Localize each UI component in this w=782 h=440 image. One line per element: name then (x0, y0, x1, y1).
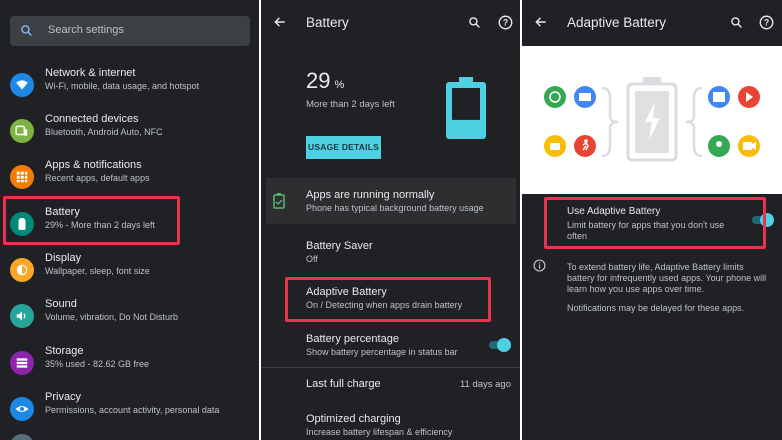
devices-icon (10, 119, 34, 143)
back-arrow-icon[interactable] (534, 15, 548, 29)
battery-percent-value: 29 (306, 68, 331, 93)
settings-item-subtitle: 35% used - 82.62 GB free (45, 359, 150, 369)
highlight-box (544, 197, 766, 249)
adaptive-battery-illustration (522, 46, 782, 194)
app-bar: Battery ? (261, 0, 520, 46)
help-icon[interactable]: ? (759, 15, 774, 30)
storage-icon (10, 351, 34, 375)
settings-item-display[interactable]: Display Wallpaper, sleep, font size (0, 252, 259, 298)
last-full-charge-row: Last full charge 11 days ago (261, 372, 520, 402)
last-charge-label: Last full charge (306, 378, 381, 390)
app-icon (544, 86, 566, 108)
row-title: Battery Saver (306, 240, 373, 252)
row-title: Battery percentage (306, 333, 399, 345)
settings-item-title: Network & internet (45, 67, 136, 79)
status-subtitle: Phone has typical background battery usa… (306, 203, 484, 213)
volume-icon (10, 304, 34, 328)
info-text-line4: Notifications may be delayed for these a… (567, 303, 745, 313)
highlight-box (285, 277, 491, 322)
row-subtitle: Off (306, 254, 318, 264)
apps-icon (10, 165, 34, 189)
search-bar[interactable]: Search settings (10, 16, 250, 46)
search-input[interactable]: Search settings (48, 24, 124, 36)
app-bar: Adaptive Battery ? (522, 0, 782, 46)
wifi-icon (10, 73, 34, 97)
brightness-icon (10, 258, 34, 282)
back-arrow-icon[interactable] (273, 15, 287, 29)
settings-item-sound[interactable]: Sound Volume, vibration, Do Not Disturb (0, 298, 259, 344)
info-text-line3: learn how you use apps over time. (567, 284, 705, 294)
highlight-box (3, 196, 180, 245)
battery-panel: Battery ? 29% More than 2 days left USAG… (261, 0, 520, 440)
search-icon[interactable] (730, 16, 743, 29)
settings-item-title: Privacy (45, 391, 82, 403)
settings-item-connected-devices[interactable]: Connected devices Bluetooth, Android Aut… (0, 113, 259, 159)
battery-ok-icon (273, 193, 285, 209)
battery-percent: 29% (306, 68, 344, 94)
settings-item-title: Display (45, 252, 82, 264)
row-subtitle: Show battery percentage in status bar (306, 347, 458, 357)
last-charge-value: 11 days ago (459, 379, 511, 390)
row-subtitle: Increase battery lifespan & efficiency (306, 427, 453, 437)
settings-panel: Search settings Network & internet Wi-Fi… (0, 0, 259, 440)
run-icon (574, 135, 596, 157)
usage-details-button[interactable]: USAGE DETAILS (306, 136, 381, 159)
row-title: Optimized charging (306, 413, 401, 425)
page-title: Battery (306, 15, 349, 30)
info-icon (533, 259, 546, 272)
settings-item-network[interactable]: Network & internet Wi-Fi, mobile, data u… (0, 67, 259, 113)
battery-percent-unit: % (334, 79, 345, 91)
settings-item-subtitle: Permissions, account activity, personal … (45, 405, 220, 415)
battery-empty-region (452, 88, 480, 120)
settings-item-title: Connected devices (45, 113, 139, 125)
battery-saver-row[interactable]: Battery Saver Off (261, 232, 520, 272)
illustration-graphic (544, 77, 760, 162)
adaptive-battery-panel: Adaptive Battery ? Use Adaptive Battery … (522, 0, 782, 440)
search-icon[interactable] (468, 16, 481, 29)
svg-text:?: ? (764, 18, 769, 28)
battery-percentage-toggle[interactable] (489, 338, 511, 352)
settings-item-subtitle: Recent apps, default apps (45, 173, 150, 183)
status-title: Apps are running normally (306, 189, 435, 201)
svg-text:?: ? (503, 18, 508, 28)
eye-icon (10, 397, 34, 421)
help-icon[interactable]: ? (498, 15, 513, 30)
search-icon (21, 25, 32, 36)
settings-item-subtitle: Wallpaper, sleep, font size (45, 266, 150, 276)
settings-item-title: Apps & notifications (45, 159, 142, 171)
settings-item-subtitle: Wi-Fi, mobile, data usage, and hotspot (45, 81, 200, 91)
battery-time-left: More than 2 days left (306, 99, 395, 110)
battery-level-icon (446, 77, 486, 139)
settings-item-title: Sound (45, 298, 77, 310)
settings-item-subtitle: Bluetooth, Android Auto, NFC (45, 127, 163, 137)
settings-item-title: Storage (45, 345, 84, 357)
battery-percentage-row[interactable]: Battery percentage Show battery percenta… (261, 325, 520, 365)
settings-item-subtitle: Volume, vibration, Do Not Disturb (45, 312, 179, 322)
settings-item-privacy[interactable]: Privacy Permissions, account activity, p… (0, 391, 259, 437)
settings-item-storage[interactable]: Storage 35% used - 82.62 GB free (0, 345, 259, 391)
divider (261, 367, 520, 368)
battery-status-card[interactable]: Apps are running normally Phone has typi… (266, 178, 516, 224)
optimized-charging-row[interactable]: Optimized charging Increase battery life… (261, 406, 520, 440)
page-title: Adaptive Battery (567, 15, 667, 30)
